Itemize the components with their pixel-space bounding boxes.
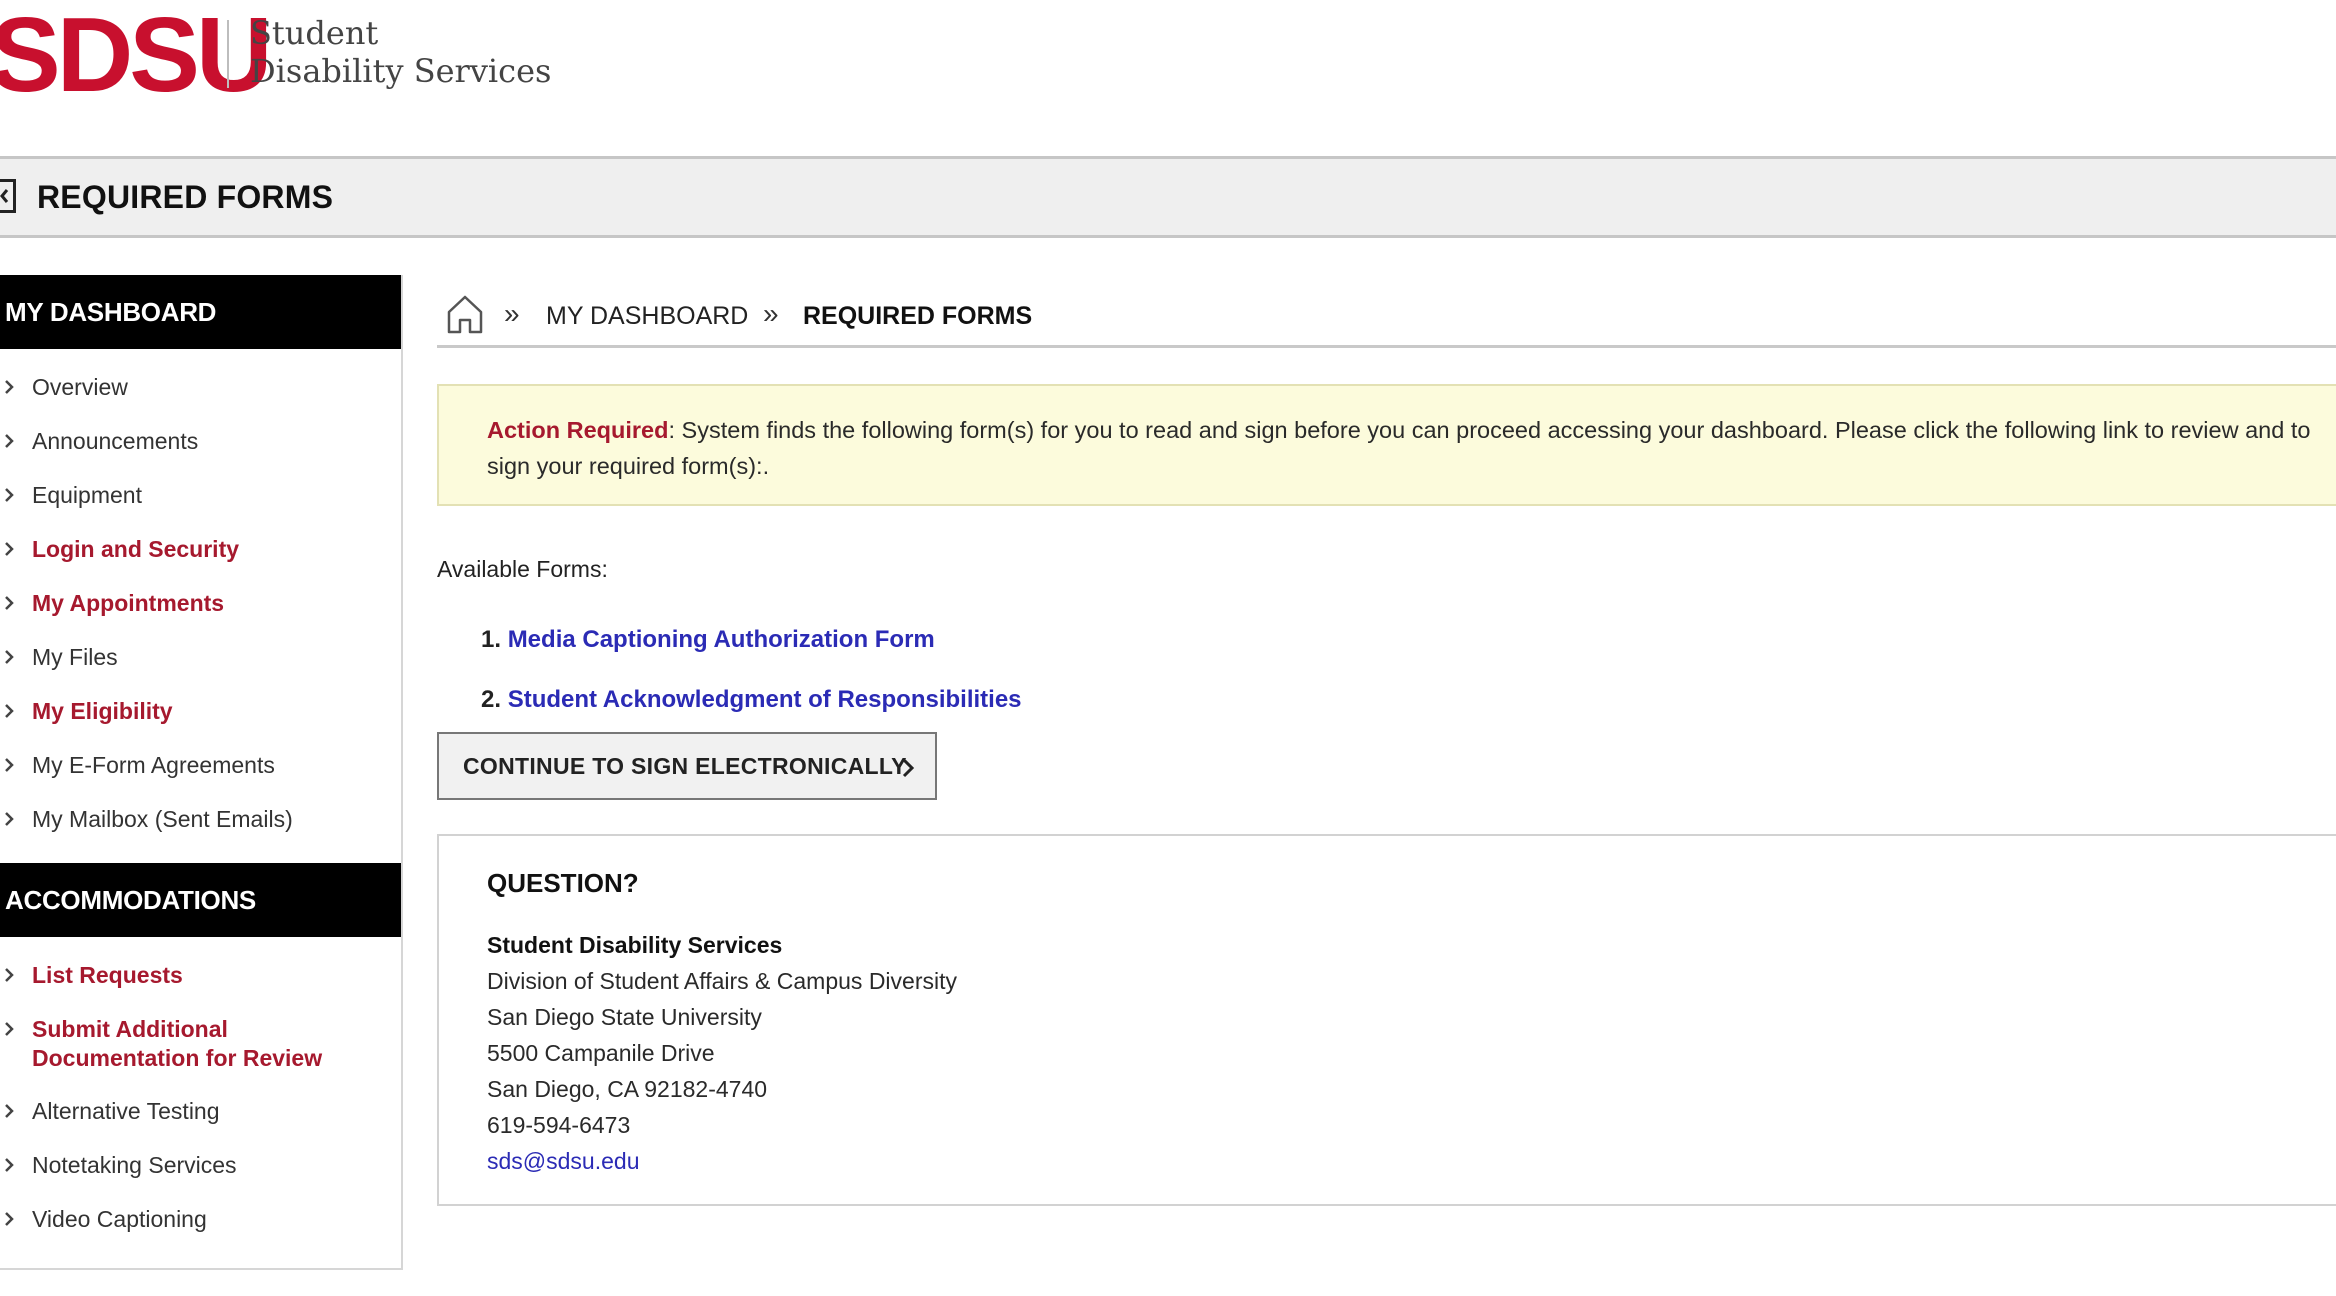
department-name-line1: Student: [250, 14, 379, 52]
contact-email-link[interactable]: sds@sdsu.edu: [487, 1143, 2336, 1179]
form-link-student-acknowledgment[interactable]: Student Acknowledgment of Responsibiliti…: [508, 686, 1022, 713]
continue-to-sign-button[interactable]: CONTINUE TO SIGN ELECTRONICALLY: [437, 732, 937, 800]
sidebar-item-label: Login and Security: [32, 536, 240, 562]
chevron-right-icon: [5, 380, 14, 394]
contact-university: San Diego State University: [487, 1004, 762, 1030]
department-name: Student Disability Services: [250, 14, 551, 90]
sidebar-item-list-requests[interactable]: List Requests: [0, 949, 401, 1003]
sidebar-item-label: My Mailbox (Sent Emails): [32, 806, 293, 832]
sidebar-item-label: Overview: [32, 374, 128, 400]
breadcrumb-separator: »: [504, 298, 520, 329]
chevron-right-icon: [5, 1158, 14, 1172]
contact-organization: Student Disability Services: [487, 932, 783, 958]
sidebar-item-label: Alternative Testing: [32, 1098, 220, 1124]
chevron-right-icon: [5, 704, 14, 718]
breadcrumb-required-forms: REQUIRED FORMS: [803, 302, 1033, 330]
available-forms-label: Available Forms:: [437, 556, 608, 582]
form-item: 1. Media Captioning Authorization Form: [481, 610, 1022, 670]
sidebar-item-alternative-testing[interactable]: Alternative Testing: [0, 1085, 401, 1139]
sidebar-item-label: My Files: [32, 644, 118, 670]
sidebar: MY DASHBOARD Overview Announcements Equi…: [0, 275, 403, 1270]
sidebar-item-label: Video Captioning: [32, 1206, 207, 1232]
chevron-right-icon: [5, 596, 14, 610]
sidebar-item-my-e-form-agreements[interactable]: My E-Form Agreements: [0, 739, 401, 793]
chevron-right-icon: [902, 758, 915, 778]
dashboard-menu: Overview Announcements Equipment Login a…: [0, 349, 401, 863]
sidebar-item-equipment[interactable]: Equipment: [0, 469, 401, 523]
sidebar-item-login-and-security[interactable]: Login and Security: [0, 523, 401, 577]
sidebar-item-overview[interactable]: Overview: [0, 361, 401, 415]
sidebar-item-announcements[interactable]: Announcements: [0, 415, 401, 469]
chevron-right-icon: [5, 1212, 14, 1226]
sidebar-item-label: Equipment: [32, 482, 142, 508]
contact-street: 5500 Campanile Drive: [487, 1040, 715, 1066]
form-link-media-captioning[interactable]: Media Captioning Authorization Form: [508, 626, 935, 653]
chevron-right-icon: [5, 1104, 14, 1118]
alert-text: : System finds the following form(s) for…: [487, 417, 2311, 479]
sidebar-item-label: Announcements: [32, 428, 199, 454]
sidebar-item-label: My Eligibility: [32, 698, 173, 724]
breadcrumb-my-dashboard[interactable]: MY DASHBOARD: [546, 302, 748, 331]
sidebar-item-notetaking-services[interactable]: Notetaking Services: [0, 1139, 401, 1193]
form-item: 2. Student Acknowledgment of Responsibil…: [481, 670, 1022, 730]
contact-city: San Diego, CA 92182-4740: [487, 1076, 768, 1102]
form-number: 2.: [481, 686, 502, 713]
contact-division: Division of Student Affairs & Campus Div…: [487, 968, 957, 994]
page-title: REQUIRED FORMS: [37, 179, 334, 215]
chevron-right-icon: [5, 758, 14, 772]
accommodations-menu: List Requests Submit Additional Document…: [0, 937, 401, 1263]
question-box: QUESTION? Student Disability Services Di…: [437, 834, 2336, 1206]
chevron-right-icon: [5, 542, 14, 556]
chevron-right-icon: [5, 488, 14, 502]
chevron-right-icon: [5, 968, 14, 982]
breadcrumb: » MY DASHBOARD » REQUIRED FORMS: [437, 292, 2336, 348]
continue-button-label: CONTINUE TO SIGN ELECTRONICALLY: [463, 753, 907, 779]
chevron-right-icon: [5, 434, 14, 448]
breadcrumb-separator: »: [763, 298, 779, 329]
contact-phone: 619-594-6473: [487, 1112, 631, 1138]
title-bar: REQUIRED FORMS: [0, 156, 2336, 238]
logo-divider: [227, 20, 229, 88]
forms-list: 1. Media Captioning Authorization Form 2…: [481, 610, 1022, 730]
sidebar-item-label: My Appointments: [32, 590, 225, 616]
sidebar-item-label: Notetaking Services: [32, 1152, 237, 1178]
question-title: QUESTION?: [487, 868, 639, 898]
sidebar-item-my-mailbox[interactable]: My Mailbox (Sent Emails): [0, 793, 401, 847]
action-required-alert: Action Required: System finds the follow…: [437, 384, 2336, 506]
sidebar-item-label: Submit Additional Documentation for Revi…: [32, 1016, 323, 1071]
form-number: 1.: [481, 626, 502, 653]
collapse-icon[interactable]: [0, 179, 16, 213]
alert-label: Action Required: [487, 417, 669, 443]
chevron-right-icon: [5, 650, 14, 664]
chevron-right-icon: [5, 812, 14, 826]
sidebar-item-submit-documentation[interactable]: Submit Additional Documentation for Revi…: [0, 1003, 401, 1085]
sidebar-item-my-files[interactable]: My Files: [0, 631, 401, 685]
sidebar-item-label: List Requests: [32, 962, 183, 988]
home-icon[interactable]: [445, 293, 485, 335]
sidebar-item-my-appointments[interactable]: My Appointments: [0, 577, 401, 631]
sidebar-heading-dashboard: MY DASHBOARD: [0, 275, 401, 349]
sidebar-heading-accommodations: ACCOMMODATIONS: [0, 863, 401, 937]
sidebar-item-video-captioning[interactable]: Video Captioning: [0, 1193, 401, 1247]
chevron-right-icon: [5, 1022, 14, 1036]
department-name-line2: Disability Services: [250, 52, 552, 90]
sidebar-item-my-eligibility[interactable]: My Eligibility: [0, 685, 401, 739]
sidebar-item-label: My E-Form Agreements: [32, 752, 275, 778]
